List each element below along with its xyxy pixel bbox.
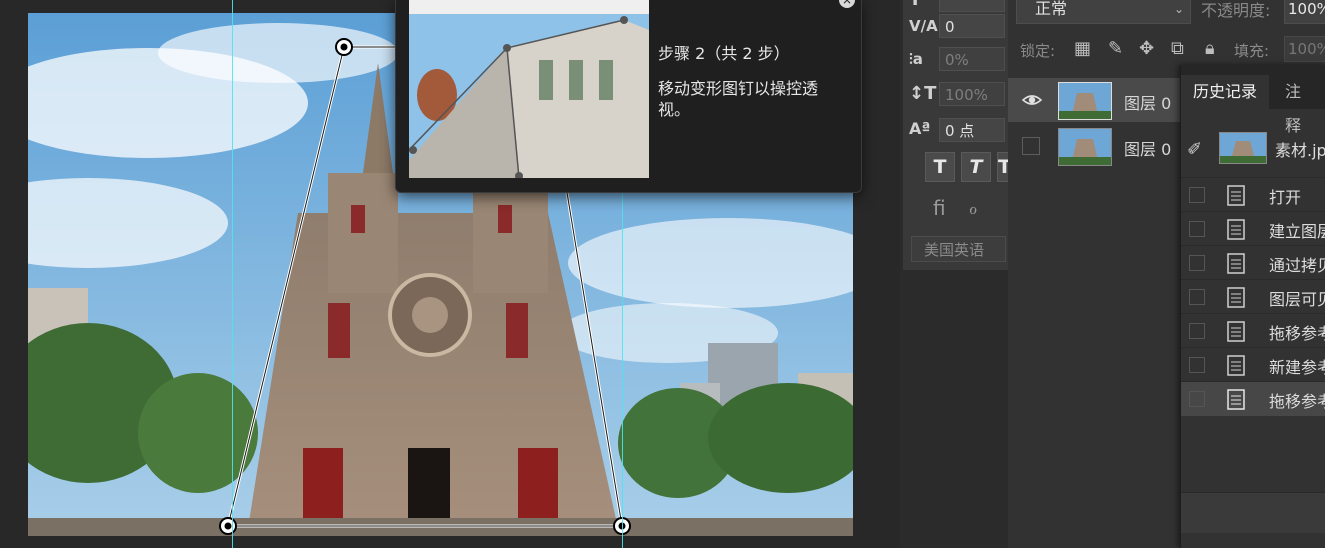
history-step-checkbox[interactable] — [1189, 187, 1205, 203]
tracking-icon: V/A — [909, 17, 938, 35]
font-size-field[interactable] — [939, 0, 1005, 12]
fill-field[interactable]: 100% — [1284, 36, 1325, 62]
history-step[interactable]: 拖移参考线 — [1181, 313, 1325, 348]
history-step-checkbox[interactable] — [1189, 289, 1205, 305]
history-step[interactable]: 通过拷贝的图层 — [1181, 245, 1325, 280]
kerning-field[interactable]: 0% — [939, 47, 1005, 71]
tracking-field[interactable]: 0 — [939, 14, 1005, 38]
language-select[interactable]: 美国英语 — [911, 236, 1006, 262]
warp-pin-top-left[interactable] — [335, 38, 353, 56]
history-step[interactable]: 图层可见性 — [1181, 279, 1325, 314]
history-step[interactable]: 新建参考线 — [1181, 347, 1325, 382]
opacity-label: 不透明度: — [1201, 1, 1271, 20]
layer-name[interactable]: 图层 0 — [1124, 90, 1171, 114]
leading-row: ↕T 100% — [903, 80, 1008, 110]
eye-icon[interactable] — [1022, 90, 1042, 110]
lock-all-icon[interactable]: 🔒︎ — [1205, 38, 1215, 59]
lock-position-icon[interactable]: ✥ — [1139, 38, 1154, 59]
chevron-down-icon: ⌄ — [1173, 2, 1184, 16]
lock-image-pixels-icon[interactable]: ✎ — [1108, 38, 1123, 59]
history-step-checkbox[interactable] — [1189, 221, 1205, 237]
history-step-icon — [1227, 355, 1245, 376]
history-step-label: 新建参考线 — [1269, 358, 1325, 377]
baseline-shift-icon: Aª — [909, 119, 931, 138]
snapshot-row[interactable]: ✐ 素材.jpg — [1181, 125, 1325, 169]
opacity-field[interactable]: 100% — [1284, 0, 1325, 24]
swash-icon[interactable]: ℴ — [969, 198, 977, 219]
tab-history[interactable]: 历史记录 — [1181, 75, 1270, 109]
history-step-icon — [1227, 321, 1245, 342]
warp-pin-bottom-left[interactable] — [219, 517, 237, 535]
font-size-icon: T — [909, 0, 921, 10]
history-step-label: 拖移参考线 — [1269, 392, 1325, 411]
snapshot-thumbnail — [1219, 132, 1267, 164]
kerning-icon: ⫶a — [909, 50, 923, 68]
history-brush-icon[interactable]: ✐ — [1187, 139, 1202, 160]
kerning-row: ⫶a 0% — [903, 45, 1008, 75]
baseline-field[interactable]: 0 点 — [939, 118, 1005, 142]
bold-text-button[interactable]: T — [925, 152, 955, 182]
fill-label: 填充: — [1234, 42, 1270, 60]
vertical-scale-icon: ↕T — [909, 83, 937, 104]
history-panel: 历史记录 注释 ✐ 素材.jpg 打开 建立图层 通过拷贝的图层 图层可见性 拖… — [1180, 65, 1325, 548]
tracking-row: V/A 0 — [903, 12, 1008, 42]
snapshot-label: 素材.jpg — [1275, 141, 1325, 160]
perspective-warp-tip: 步骤 2（共 2 步） 移动变形图钉以操控透视。 × — [395, 0, 862, 193]
history-step-label: 图层可见性 — [1269, 290, 1325, 309]
history-panel-footer — [1181, 492, 1325, 533]
history-step-label: 建立图层 — [1269, 222, 1325, 241]
history-step-icon — [1227, 389, 1245, 410]
history-panel-tabs: 历史记录 注释 — [1181, 65, 1325, 135]
lock-transparent-pixels-icon[interactable]: ▦ — [1074, 38, 1091, 59]
blend-mode-value: 正常 — [1035, 0, 1068, 18]
history-step-label: 拖移参考线 — [1269, 324, 1325, 343]
snapshot-thumbnail-graphic — [1220, 133, 1266, 163]
history-step[interactable]: 建立图层 — [1181, 211, 1325, 246]
history-step-label: 通过拷贝的图层 — [1269, 256, 1325, 275]
italic-text-button[interactable]: T — [961, 152, 991, 182]
tip-step-description: 移动变形图钉以操控透视。 — [658, 79, 819, 119]
tip-step-title: 步骤 2（共 2 步） — [658, 44, 790, 63]
leading-field[interactable]: 100% — [939, 82, 1005, 106]
ligature-icon[interactable]: ﬁ — [933, 196, 946, 220]
history-step-icon — [1227, 185, 1245, 206]
tip-preview-image — [409, 0, 649, 178]
layer-thumbnail-graphic — [1059, 129, 1111, 165]
history-step-icon — [1227, 219, 1245, 240]
tip-preview-graphic — [409, 0, 649, 178]
history-step-checkbox[interactable] — [1189, 255, 1205, 271]
history-step-checkbox[interactable] — [1189, 391, 1205, 407]
character-panel: T V/A 0 ⫶a 0% ↕T 100% Aª 0 点 T T T ﬁ ℴ 美… — [903, 0, 1011, 270]
history-step-icon — [1227, 253, 1245, 274]
layer-thumbnail-graphic — [1059, 83, 1111, 119]
tab-notes[interactable]: 注释 — [1273, 75, 1325, 135]
layer-thumbnail — [1058, 128, 1112, 166]
blend-mode-select[interactable]: 正常 ⌄ — [1016, 0, 1191, 24]
history-step-active[interactable]: 拖移参考线 — [1181, 381, 1325, 416]
history-step[interactable]: 打开 — [1181, 177, 1325, 212]
vertical-guide-left[interactable] — [232, 0, 233, 548]
visibility-toggle[interactable] — [1022, 137, 1040, 155]
history-step-checkbox[interactable] — [1189, 323, 1205, 339]
lock-artboard-icon[interactable]: ⧉ — [1171, 38, 1184, 59]
baseline-row: Aª 0 点 — [903, 116, 1008, 146]
lock-label: 锁定: — [1020, 42, 1056, 60]
history-step-icon — [1227, 287, 1245, 308]
history-step-checkbox[interactable] — [1189, 357, 1205, 373]
layer-thumbnail — [1058, 82, 1112, 120]
close-icon[interactable]: × — [839, 0, 855, 8]
layer-name[interactable]: 图层 0 — [1124, 136, 1171, 160]
history-step-label: 打开 — [1269, 188, 1302, 207]
